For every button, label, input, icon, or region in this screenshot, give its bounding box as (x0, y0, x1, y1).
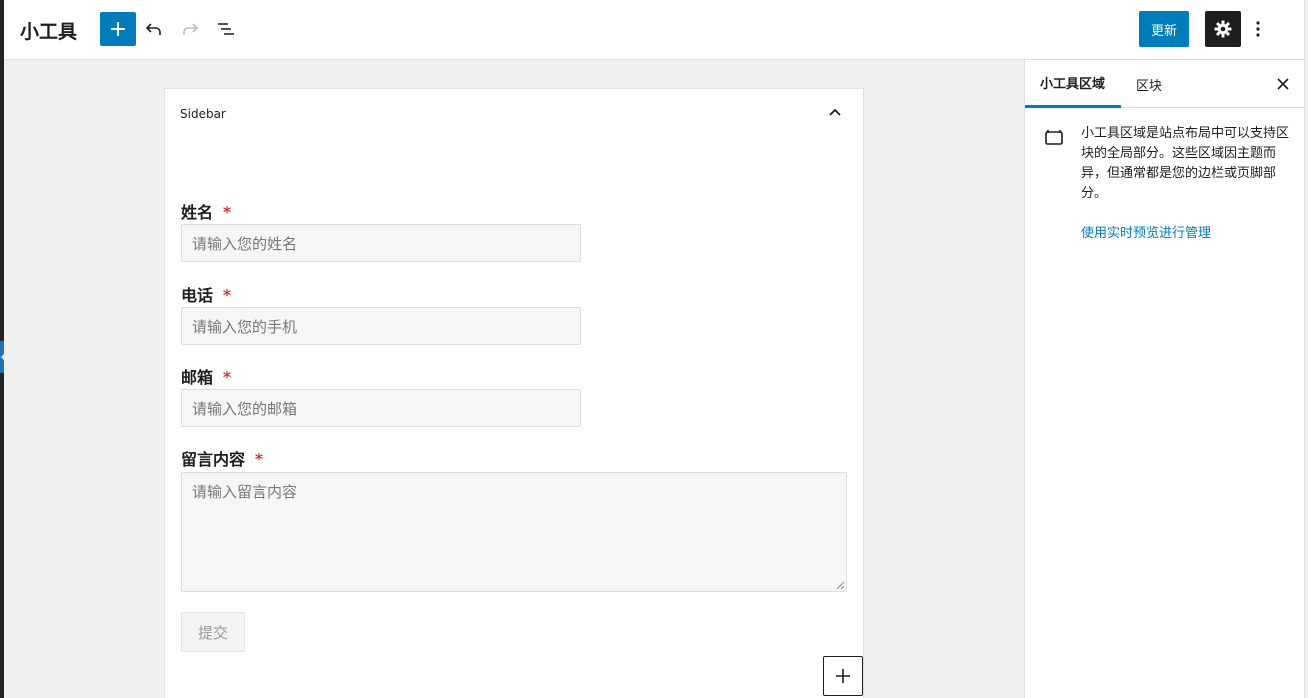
update-button[interactable]: 更新 (1139, 11, 1189, 47)
plus-icon (836, 669, 850, 683)
email-label: 邮箱 * (181, 368, 232, 387)
plus-icon (111, 22, 125, 36)
tab-widget-area[interactable]: 小工具区域 (1025, 60, 1121, 108)
email-input[interactable]: 请输入您的邮箱 (181, 389, 581, 427)
window-edge (1304, 0, 1308, 698)
required-mark: * (255, 450, 264, 469)
editor-canvas: Sidebar 姓名 * 请输入您的姓名 电话 * 请输入您的手机 邮箱 * 请输入您… (4, 60, 1024, 698)
phone-label: 电话 * (181, 286, 232, 305)
message-textarea[interactable]: 请输入留言内容 (181, 472, 847, 592)
add-block-button[interactable] (100, 12, 136, 46)
page-title: 小工具 (20, 21, 78, 43)
resize-handle-icon[interactable] (836, 581, 844, 589)
widget-area-icon (1045, 130, 1063, 145)
editor-header: 小工具 更新 (4, 0, 1304, 60)
settings-sidebar: 小工具区域 区块 小工具区域是站点布局中可以支持区块的全局部分。这些区域因主题而… (1024, 60, 1305, 698)
required-mark: * (223, 286, 232, 305)
close-icon (1277, 78, 1289, 90)
name-label: 姓名 * (181, 203, 232, 222)
submit-button[interactable]: 提交 (181, 612, 245, 652)
name-input[interactable]: 请输入您的姓名 (181, 224, 581, 262)
widget-area-description: 小工具区域是站点布局中可以支持区块的全局部分。这些区域因主题而异，但通常都是您的… (1081, 126, 1290, 201)
redo-button[interactable] (176, 14, 204, 44)
required-mark: * (223, 368, 232, 387)
list-view-icon (218, 23, 234, 35)
collapse-toggle[interactable] (827, 105, 843, 121)
sidebar-tabs: 小工具区域 区块 (1025, 60, 1305, 108)
tab-block[interactable]: 区块 (1121, 60, 1177, 108)
gear-icon (1214, 20, 1232, 38)
undo-icon (145, 23, 161, 35)
close-sidebar-button[interactable] (1273, 74, 1293, 94)
manage-live-preview-link[interactable]: 使用实时预览进行管理 (1081, 222, 1211, 241)
settings-button[interactable] (1205, 11, 1241, 47)
list-view-button[interactable] (212, 14, 240, 44)
more-vertical-icon (1256, 21, 1260, 37)
widget-area-title[interactable]: Sidebar (180, 107, 226, 121)
chevron-up-icon (829, 108, 841, 116)
message-placeholder: 请输入留言内容 (192, 483, 298, 501)
redo-icon (183, 23, 199, 35)
phone-input[interactable]: 请输入您的手机 (181, 307, 581, 345)
undo-button[interactable] (140, 14, 168, 44)
message-label: 留言内容 * (181, 450, 264, 469)
widget-area-card: Sidebar 姓名 * 请输入您的姓名 电话 * 请输入您的手机 邮箱 * 请输入您… (164, 88, 864, 698)
required-mark: * (223, 203, 232, 222)
block-inserter-button[interactable] (823, 656, 863, 696)
options-button[interactable] (1246, 14, 1270, 44)
